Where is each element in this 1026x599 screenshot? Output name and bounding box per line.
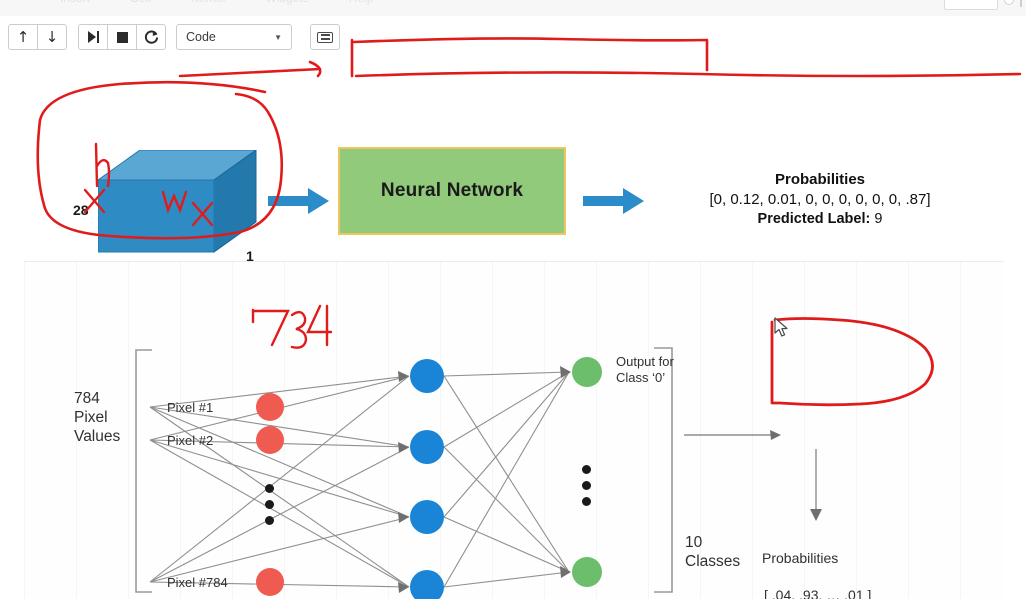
menu-bar: Insert Cell Kernel Widgets Help	[0, 0, 1026, 17]
notebook-screenshot: Insert Cell Kernel Widgets Help ↑ ↓	[0, 0, 1026, 599]
output-node-class0	[572, 357, 602, 387]
cell-type-select[interactable]: Code ▼	[176, 24, 292, 50]
input-image-cube-icon	[98, 150, 257, 253]
menu-item-widgets[interactable]: Widgets	[265, 0, 308, 5]
predicted-label-value: 9	[874, 211, 883, 227]
menu-item-cell[interactable]: Cell	[130, 0, 151, 5]
menu-item-kernel[interactable]: Kernel	[191, 0, 226, 5]
mouse-cursor-icon	[774, 317, 788, 337]
hidden-node-4	[410, 570, 444, 599]
input-node-784	[256, 568, 284, 596]
restart-icon	[144, 30, 158, 44]
arrow-down-icon: ↓	[45, 27, 59, 46]
arrow-up-icon: ↑	[16, 27, 30, 46]
command-palette-button[interactable]	[310, 24, 340, 50]
neural-network-label: Neural Network	[380, 180, 524, 201]
classes-count-label: 10 Classes	[685, 534, 741, 570]
move-cell-group: ↑ ↓	[8, 24, 67, 50]
arrow-to-network-icon	[268, 188, 329, 214]
kernel-name-badge	[944, 0, 998, 10]
input-node-1	[256, 393, 284, 421]
softmax-probabilities-array: [ .04, .93, … .01 ]	[764, 587, 872, 599]
predicted-label-row: Predicted Label: 9	[620, 211, 1020, 227]
neural-network-box: Neural Network	[338, 147, 566, 235]
menu-item-insert[interactable]: Insert	[60, 0, 90, 5]
run-icon	[87, 31, 99, 43]
cell-output-area: 28 28 1 Neural Network Probabilities [0,…	[0, 58, 1026, 599]
pixel-label-1: Pixel #1	[167, 400, 214, 415]
move-cell-down-button[interactable]: ↓	[37, 24, 67, 50]
pixel-label-2: Pixel #2	[167, 433, 214, 448]
pixel-label-784: Pixel #784	[167, 575, 228, 590]
probabilities-block: Probabilities [0, 0.12, 0.01, 0, 0, 0, 0…	[620, 171, 1020, 227]
restart-kernel-button[interactable]	[136, 24, 166, 50]
hidden-node-1	[410, 359, 444, 393]
probabilities-array: [0, 0.12, 0.01, 0, 0, 0, 0, 0, 0, .87]	[709, 191, 931, 208]
network-architecture-figure: 784 Pixel Values Pixel #1 Pixel #2 Pixel…	[24, 261, 1004, 599]
softmax-probabilities-title: Probabilities	[762, 550, 839, 566]
hidden-node-3	[410, 500, 444, 534]
output-label-class0: Output for Class ‘0’	[616, 354, 674, 385]
kernel-logout-divider-icon	[1020, 0, 1022, 7]
move-cell-up-button[interactable]: ↑	[8, 24, 38, 50]
interrupt-kernel-button[interactable]	[107, 24, 137, 50]
mnist-pipeline-figure: 28 28 1 Neural Network Probabilities [0,…	[0, 58, 1026, 291]
background-gridlines	[24, 262, 1004, 599]
network-connections-layer	[135, 347, 822, 593]
input-group-label: 784 Pixel Values	[74, 390, 121, 445]
output-ellipsis-dots	[582, 465, 591, 506]
predicted-label-prefix: Predicted Label:	[757, 211, 871, 227]
cube-height-label: 28	[73, 202, 89, 218]
input-ellipsis-dots	[265, 484, 274, 525]
stop-icon	[116, 31, 128, 43]
hidden-node-2	[410, 430, 444, 464]
cell-type-value: Code	[186, 30, 216, 44]
run-control-group	[78, 24, 166, 50]
probabilities-title: Probabilities	[774, 171, 866, 188]
chevron-down-icon: ▼	[274, 32, 282, 42]
menu-item-help[interactable]: Help	[349, 0, 374, 5]
notebook-toolbar: ↑ ↓ Code ▼	[0, 16, 1026, 59]
input-node-2	[256, 426, 284, 454]
run-cell-button[interactable]	[78, 24, 108, 50]
kernel-status-area	[944, 0, 1022, 10]
keyboard-icon	[317, 31, 333, 43]
kernel-idle-indicator-icon	[1004, 0, 1014, 5]
output-node-class9	[572, 557, 602, 587]
